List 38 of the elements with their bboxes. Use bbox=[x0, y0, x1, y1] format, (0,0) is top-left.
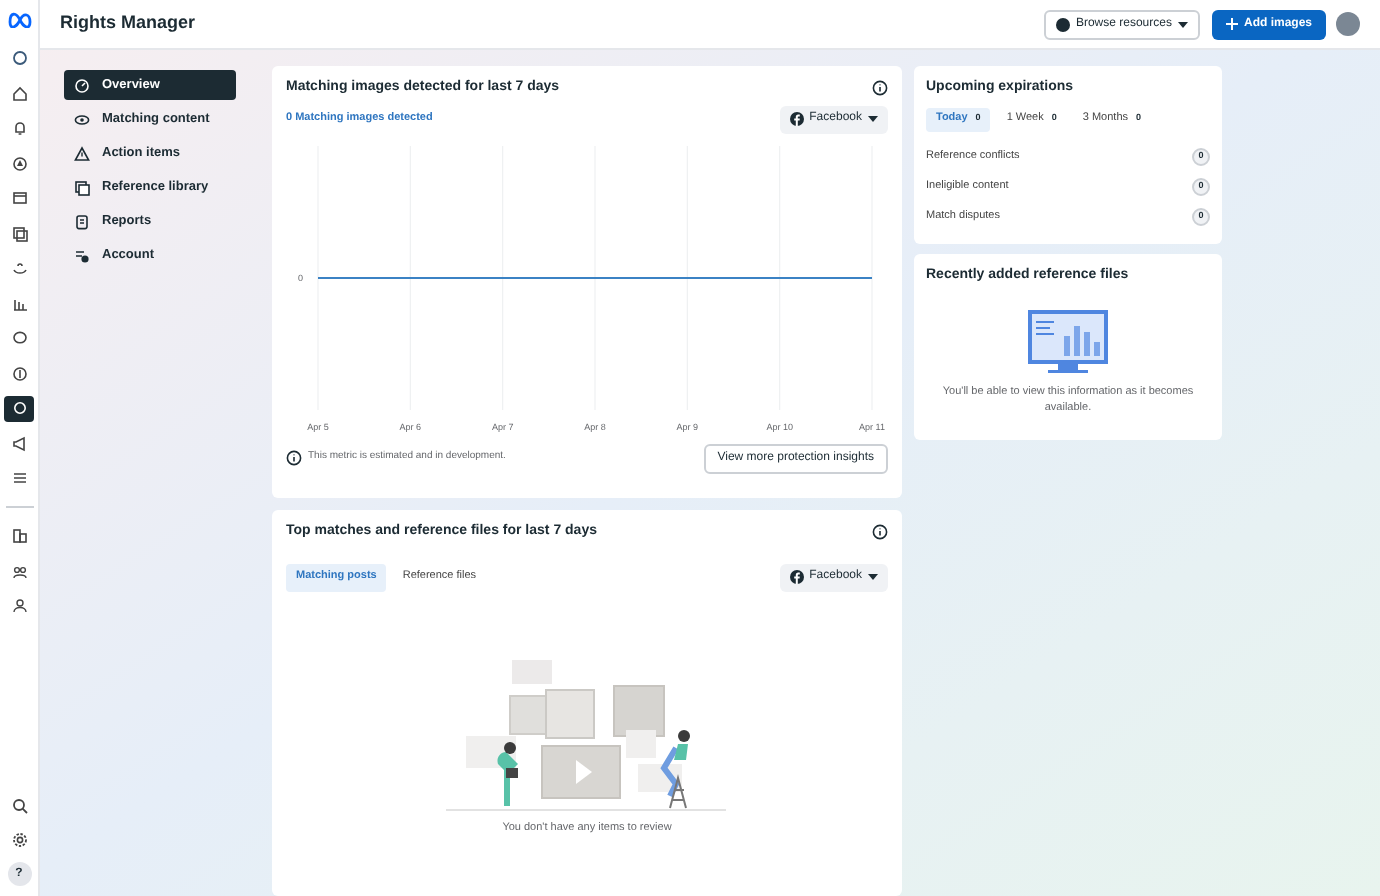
nav-icon bbox=[11, 85, 27, 101]
plus-icon bbox=[1225, 18, 1238, 30]
nav-icon bbox=[11, 155, 27, 171]
logo-icon bbox=[7, 10, 31, 28]
nav-icon bbox=[11, 435, 27, 451]
page-title: Rights Manager bbox=[60, 10, 196, 37]
nav-icon bbox=[11, 50, 27, 66]
nav-icon bbox=[11, 190, 27, 206]
search-icon bbox=[11, 797, 27, 813]
menu-icon bbox=[74, 247, 90, 263]
nav-icon bbox=[11, 598, 27, 614]
nav-icon bbox=[11, 470, 27, 486]
facebook-icon bbox=[789, 112, 804, 126]
facebook-icon bbox=[789, 570, 804, 584]
nav-rail-button[interactable] bbox=[4, 395, 34, 421]
info-icon bbox=[872, 524, 888, 541]
info-icon bbox=[872, 80, 888, 97]
caret-icon bbox=[868, 574, 878, 580]
nav-icon bbox=[11, 563, 27, 579]
nav-icon bbox=[11, 400, 27, 416]
gear-icon bbox=[11, 832, 27, 848]
nav-icon bbox=[11, 260, 27, 276]
menu-icon bbox=[74, 179, 90, 195]
menu-icon bbox=[74, 77, 90, 93]
nav-icon bbox=[11, 528, 27, 544]
nav-icon bbox=[11, 120, 27, 136]
menu-icon bbox=[74, 145, 90, 161]
info-icon bbox=[286, 450, 302, 466]
nav-icon bbox=[11, 295, 27, 311]
menu-icon bbox=[74, 111, 90, 127]
nav-icon bbox=[11, 225, 27, 241]
caret-icon bbox=[1177, 21, 1188, 27]
nav-icon bbox=[11, 330, 27, 346]
avatar[interactable] bbox=[1336, 12, 1360, 36]
menu-icon bbox=[74, 213, 90, 229]
monitor-chart-icon bbox=[1026, 308, 1110, 374]
caret-icon bbox=[868, 116, 878, 122]
nav-icon bbox=[11, 365, 27, 381]
